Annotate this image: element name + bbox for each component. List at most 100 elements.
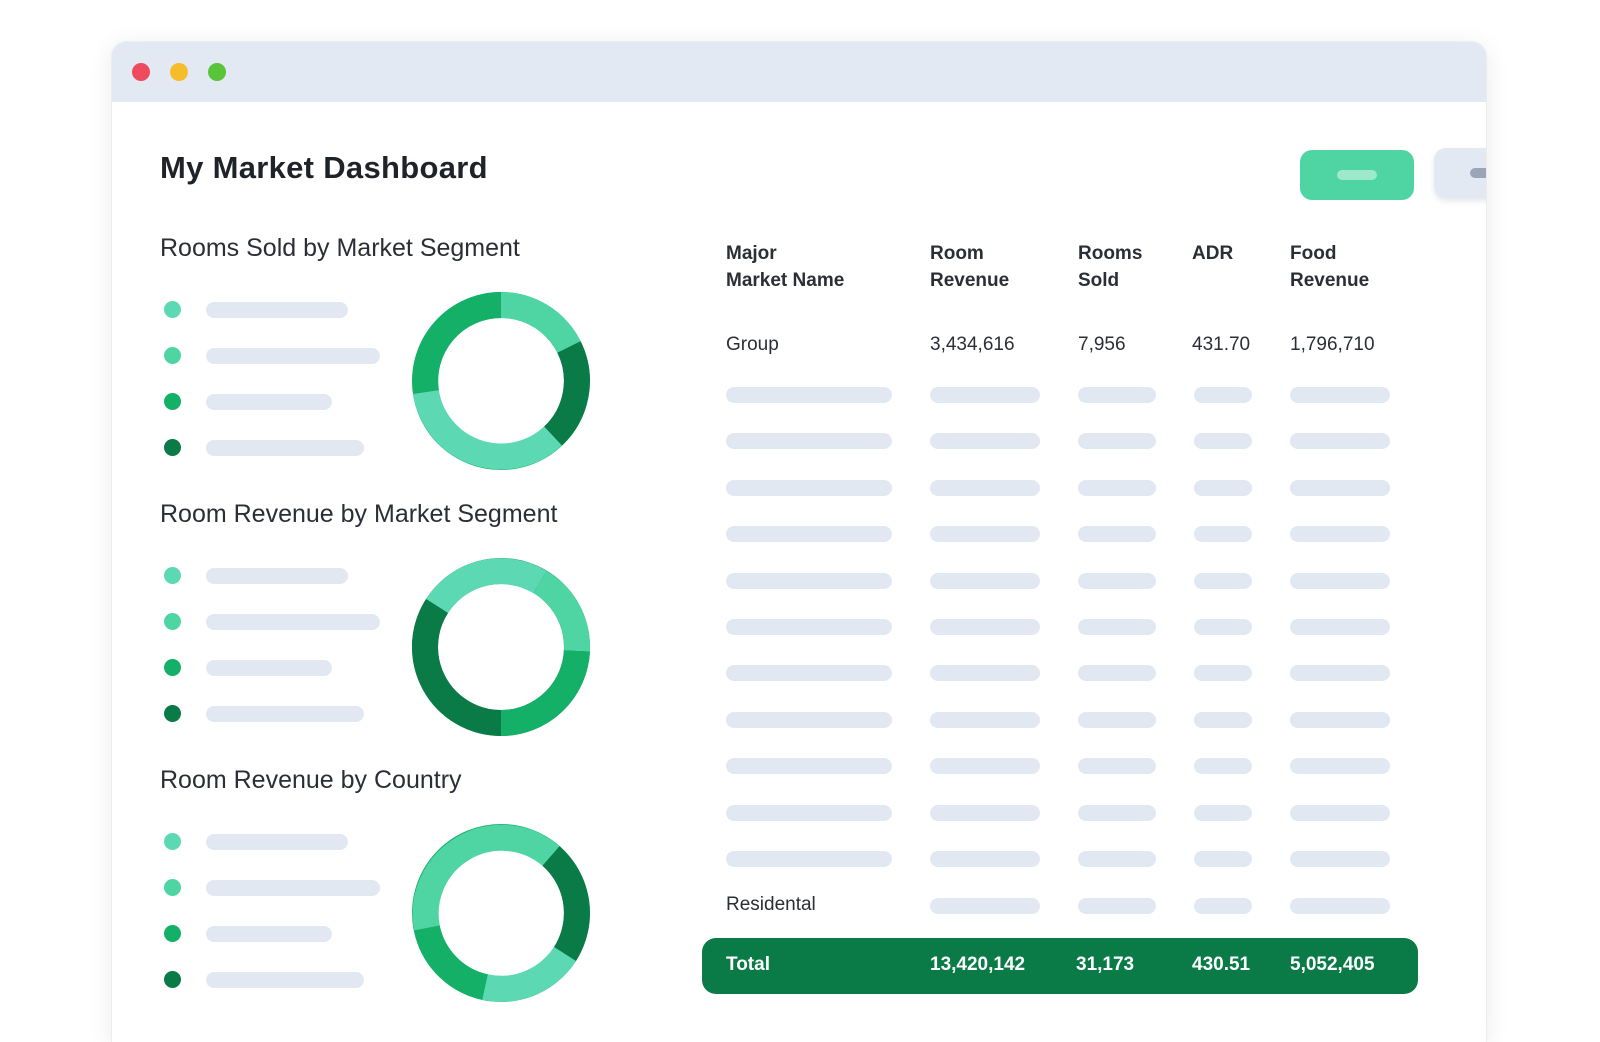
app-window: My Market Dashboard Rooms Sold by Market… (112, 42, 1486, 1042)
cell-placeholder (726, 573, 892, 589)
cell-placeholder (726, 805, 892, 821)
cell-food-revenue: 1,796,710 (1290, 334, 1375, 355)
section-title-room-revenue-by-country: Room Revenue by Country (160, 766, 462, 794)
cell-placeholder (726, 433, 892, 449)
legend-dot (164, 347, 181, 364)
total-food-revenue: 5,052,405 (1290, 954, 1375, 975)
legend-dot (164, 301, 181, 318)
header-line: Rooms Sold (1078, 243, 1143, 291)
donut-segment (412, 824, 560, 931)
cell-placeholder (1078, 758, 1156, 774)
minimize-window-button[interactable] (170, 63, 188, 81)
cell-placeholder (1194, 805, 1252, 821)
section-title-room-revenue-by-segment: Room Revenue by Market Segment (160, 500, 558, 528)
page-title: My Market Dashboard (160, 150, 488, 185)
cell-rooms-sold: 7,956 (1078, 334, 1126, 355)
donut-segment (426, 558, 547, 614)
cell-placeholder (1194, 712, 1252, 728)
cell-placeholder (1194, 526, 1252, 542)
cell-placeholder (930, 619, 1040, 635)
total-row: Total 13,420,142 31,173 430.51 5,052,405 (702, 938, 1418, 994)
donut-chart-room-revenue-country (412, 824, 590, 1002)
secondary-action-button[interactable] (1434, 148, 1486, 198)
total-rooms-sold: 31,173 (1076, 954, 1135, 975)
header-line: Major Market Name (726, 243, 845, 291)
cell-placeholder (726, 851, 892, 867)
legend-label-placeholder (206, 706, 364, 722)
cell-placeholder (726, 526, 892, 542)
cell-placeholder (1290, 665, 1390, 681)
legend-label-placeholder (206, 660, 332, 676)
legend-dot (164, 659, 181, 676)
legend-label-placeholder (206, 348, 380, 364)
cell-market-name: Group (726, 334, 779, 355)
legend-label-placeholder (206, 972, 364, 988)
cell-placeholder (1290, 526, 1390, 542)
cell-placeholder (1290, 805, 1390, 821)
cell-placeholder (726, 387, 892, 403)
cell-placeholder (1078, 387, 1156, 403)
cell-placeholder (726, 480, 892, 496)
cell-market-name: Residental (726, 894, 816, 915)
close-window-button[interactable] (132, 63, 150, 81)
column-header-adr[interactable]: ADR (1192, 240, 1262, 267)
cell-placeholder (1078, 480, 1156, 496)
donut-segment (414, 924, 489, 1000)
header-line: ADR (1192, 243, 1234, 264)
legend-dot (164, 971, 181, 988)
primary-button-label-placeholder (1337, 170, 1377, 180)
header-line: Room Revenue (930, 243, 1010, 291)
total-room-revenue: 13,420,142 (930, 954, 1026, 975)
cell-placeholder (1078, 712, 1156, 728)
legend-label-placeholder (206, 440, 364, 456)
cell-placeholder (1078, 573, 1156, 589)
cell-placeholder (726, 758, 892, 774)
cell-placeholder (930, 526, 1040, 542)
total-adr: 430.51 (1192, 954, 1251, 975)
cell-placeholder (1194, 898, 1252, 914)
cell-placeholder (1290, 480, 1390, 496)
cell-placeholder (1078, 851, 1156, 867)
cell-placeholder (930, 758, 1040, 774)
donut-segment (532, 570, 591, 652)
maximize-window-button[interactable] (208, 63, 226, 81)
legend-label-placeholder (206, 926, 332, 942)
cell-placeholder (1194, 619, 1252, 635)
legend-dot (164, 925, 181, 942)
column-header-rooms-sold[interactable]: Rooms Sold (1078, 240, 1168, 294)
cell-placeholder (930, 665, 1040, 681)
cell-placeholder (930, 433, 1040, 449)
cell-placeholder (726, 712, 892, 728)
donut-segment (413, 389, 562, 470)
cell-placeholder (1078, 619, 1156, 635)
title-bar (112, 42, 1486, 102)
primary-action-button[interactable] (1300, 150, 1414, 200)
donut-segment (543, 341, 590, 446)
cell-placeholder (1194, 480, 1252, 496)
legend-label-placeholder (206, 568, 348, 584)
section-title-rooms-sold-by-segment: Rooms Sold by Market Segment (160, 234, 520, 262)
header-line: Food Revenue (1290, 243, 1370, 291)
cell-placeholder (1078, 526, 1156, 542)
legend-label-placeholder (206, 302, 348, 318)
legend-dot (164, 567, 181, 584)
column-header-room-revenue[interactable]: Room Revenue (930, 240, 1050, 294)
legend-dot (164, 705, 181, 722)
legend-dot (164, 613, 181, 630)
cell-placeholder (1290, 758, 1390, 774)
cell-placeholder (1078, 805, 1156, 821)
cell-placeholder (1078, 433, 1156, 449)
legend-dot (164, 833, 181, 850)
column-header-food-revenue[interactable]: Food Revenue (1290, 240, 1410, 294)
cell-adr: 431.70 (1192, 334, 1251, 355)
cell-placeholder (930, 851, 1040, 867)
cell-placeholder (1194, 573, 1252, 589)
cell-placeholder (1290, 573, 1390, 589)
cell-placeholder (1194, 851, 1252, 867)
legend-dot (164, 879, 181, 896)
column-header-major-market-name[interactable]: Major Market Name (726, 240, 896, 294)
legend-label-placeholder (206, 880, 380, 896)
donut-chart-room-revenue-segment (412, 558, 591, 737)
cell-placeholder (1290, 898, 1390, 914)
donut-chart-rooms-sold (412, 292, 590, 470)
